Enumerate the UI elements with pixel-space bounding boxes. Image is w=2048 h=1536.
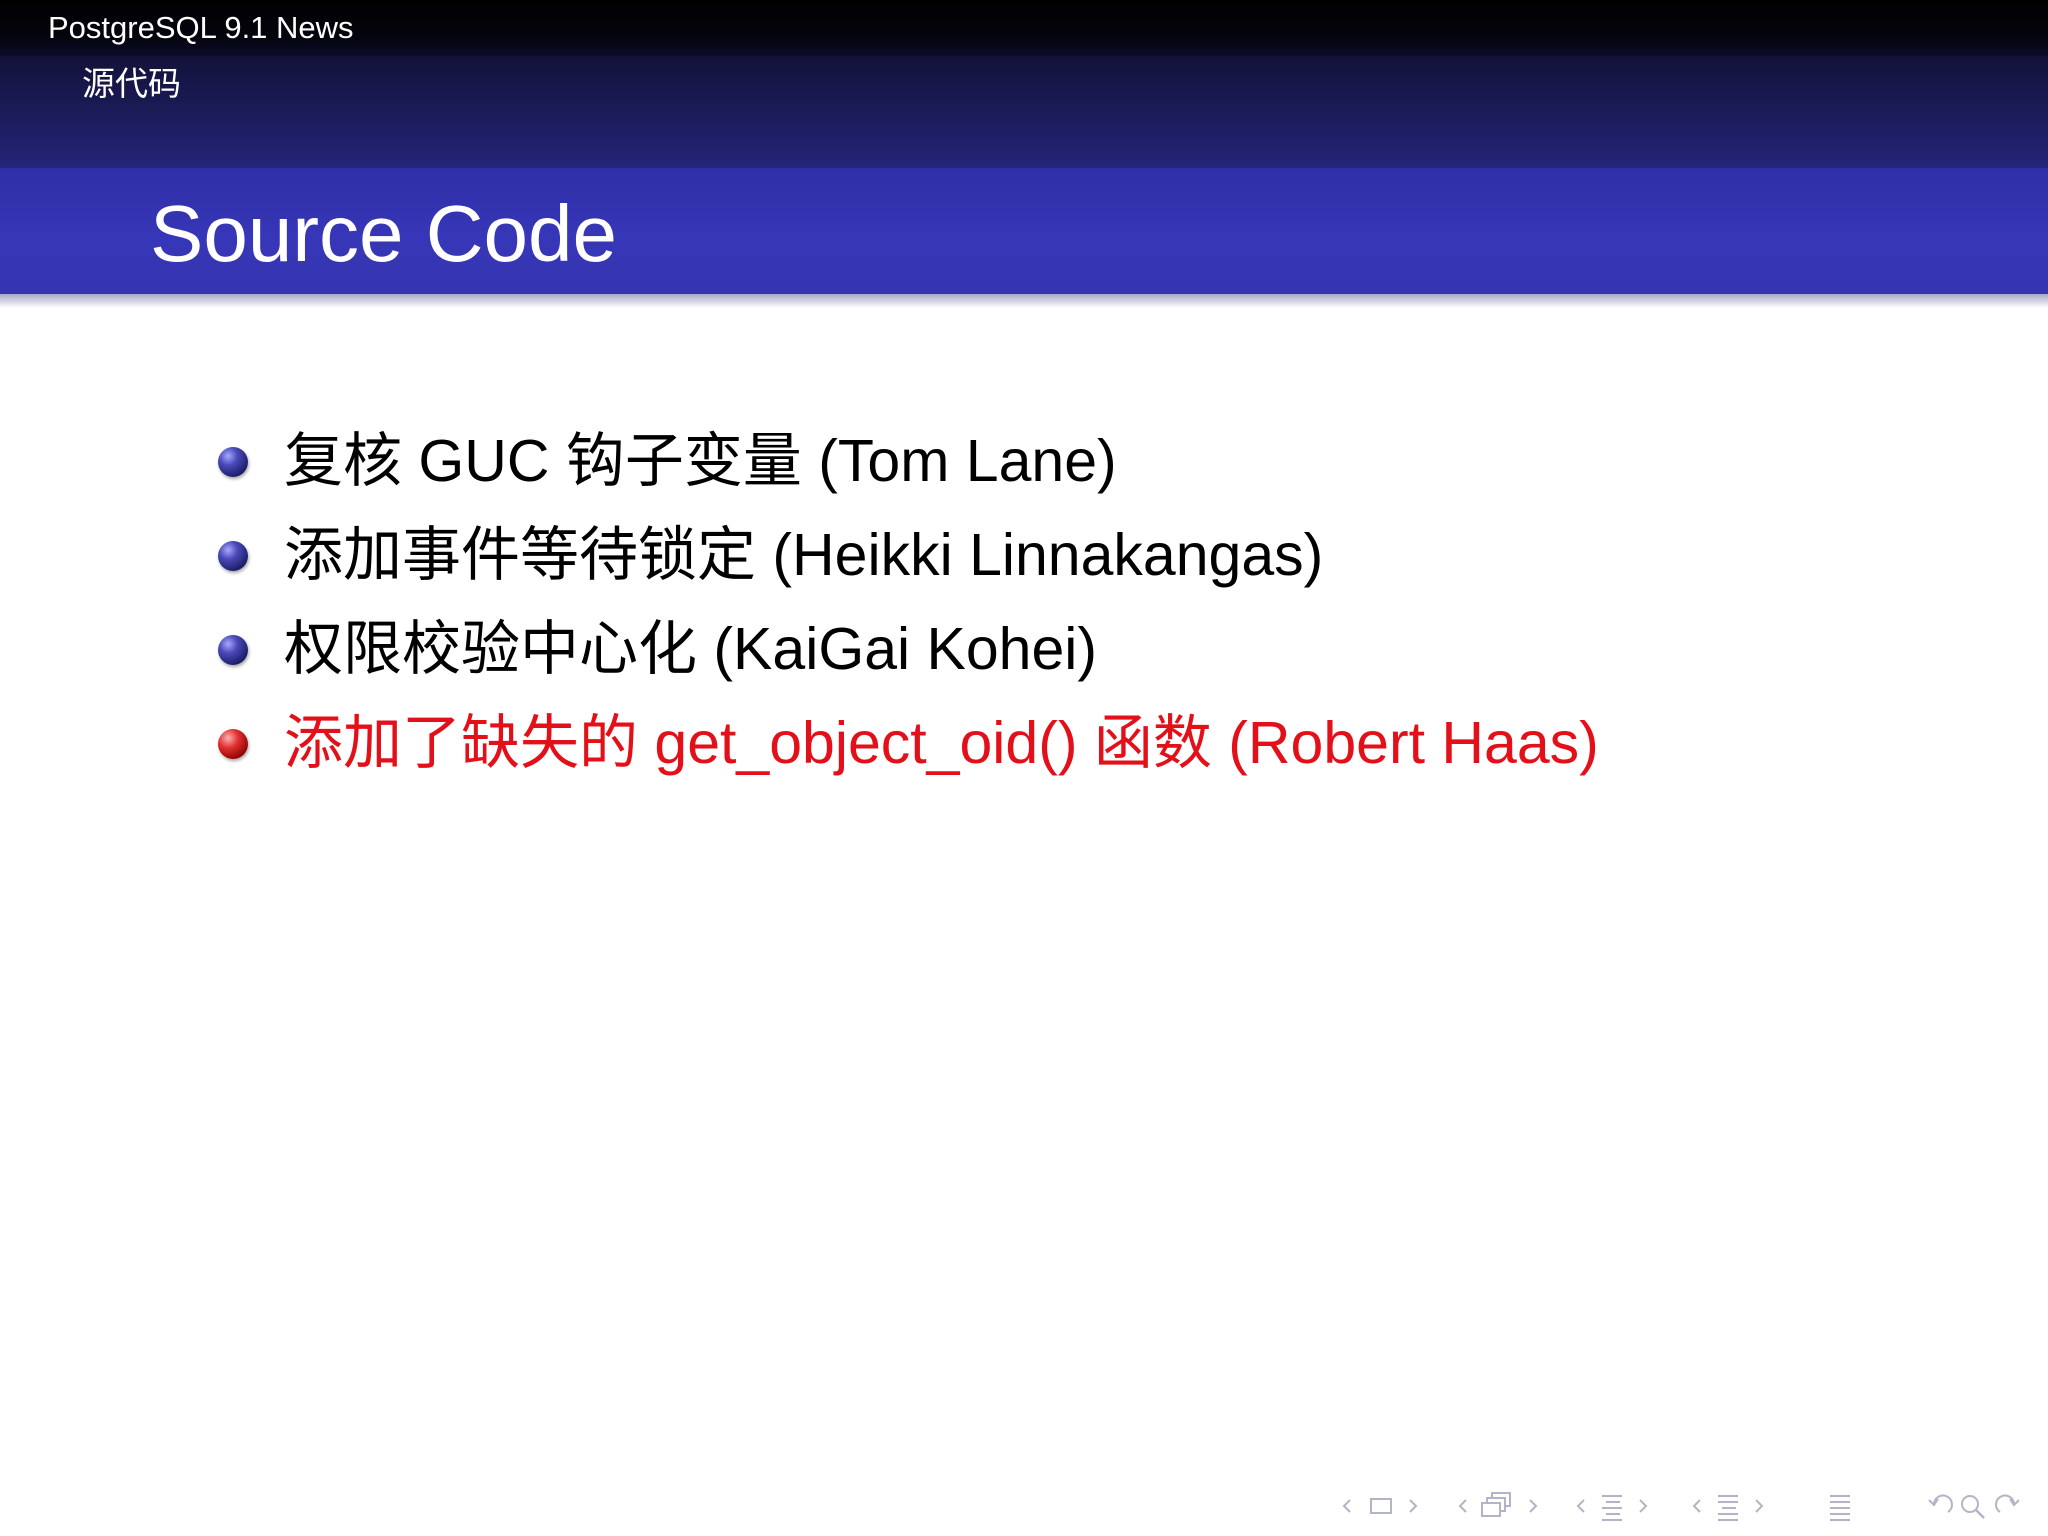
nav-toc-icon[interactable] xyxy=(1826,1488,1854,1524)
section-title[interactable]: 源代码 xyxy=(82,62,181,106)
nav-next-section-icon[interactable] xyxy=(1752,1488,1766,1524)
nav-section-icon[interactable] xyxy=(1714,1488,1742,1524)
nav-forward-icon[interactable] xyxy=(1992,1488,2024,1524)
list-item-text: 添加了缺失的 get_object_oid() 函数 (Robert Haas) xyxy=(284,710,1599,776)
list-item: 复核 GUC 钩子变量 (Tom Lane) xyxy=(218,414,1599,508)
nav-slide-icon[interactable] xyxy=(1368,1488,1394,1524)
nav-prev-section-icon[interactable] xyxy=(1690,1488,1704,1524)
nav-next-frame-icon[interactable] xyxy=(1526,1488,1540,1524)
nav-frame-icon[interactable] xyxy=(1480,1488,1514,1524)
nav-subsection-icon[interactable] xyxy=(1598,1488,1626,1524)
list-item-text: 复核 GUC 钩子变量 (Tom Lane) xyxy=(284,428,1117,494)
bullet-ball-icon xyxy=(218,729,248,759)
bullet-list: 复核 GUC 钩子变量 (Tom Lane) 添加事件等待锁定 (Heikki … xyxy=(218,414,1599,790)
nav-prev-frame-icon[interactable] xyxy=(1456,1488,1470,1524)
list-item-highlighted: 添加了缺失的 get_object_oid() 函数 (Robert Haas) xyxy=(218,696,1599,790)
nav-prev-subsection-icon[interactable] xyxy=(1574,1488,1588,1524)
beamer-navigation-bar xyxy=(1330,1488,2030,1524)
bullet-ball-icon xyxy=(218,635,248,665)
nav-back-icon[interactable] xyxy=(1924,1488,1956,1524)
list-item: 添加事件等待锁定 (Heikki Linnakangas) xyxy=(218,508,1599,602)
frame-title-shadow xyxy=(0,294,2048,308)
presentation-title[interactable]: PostgreSQL 9.1 News xyxy=(48,8,354,48)
nav-next-slide-icon[interactable] xyxy=(1406,1488,1420,1524)
section-bar xyxy=(0,56,2048,168)
list-item-text: 添加事件等待锁定 (Heikki Linnakangas) xyxy=(284,522,1324,588)
bullet-ball-icon xyxy=(218,447,248,477)
nav-prev-slide-icon[interactable] xyxy=(1340,1488,1354,1524)
frame-title: Source Code xyxy=(150,189,617,278)
nav-search-icon[interactable] xyxy=(1958,1488,1988,1524)
bullet-ball-icon xyxy=(218,541,248,571)
nav-next-subsection-icon[interactable] xyxy=(1636,1488,1650,1524)
list-item-text: 权限校验中心化 (KaiGai Kohei) xyxy=(284,616,1098,682)
list-item: 权限校验中心化 (KaiGai Kohei) xyxy=(218,602,1599,696)
